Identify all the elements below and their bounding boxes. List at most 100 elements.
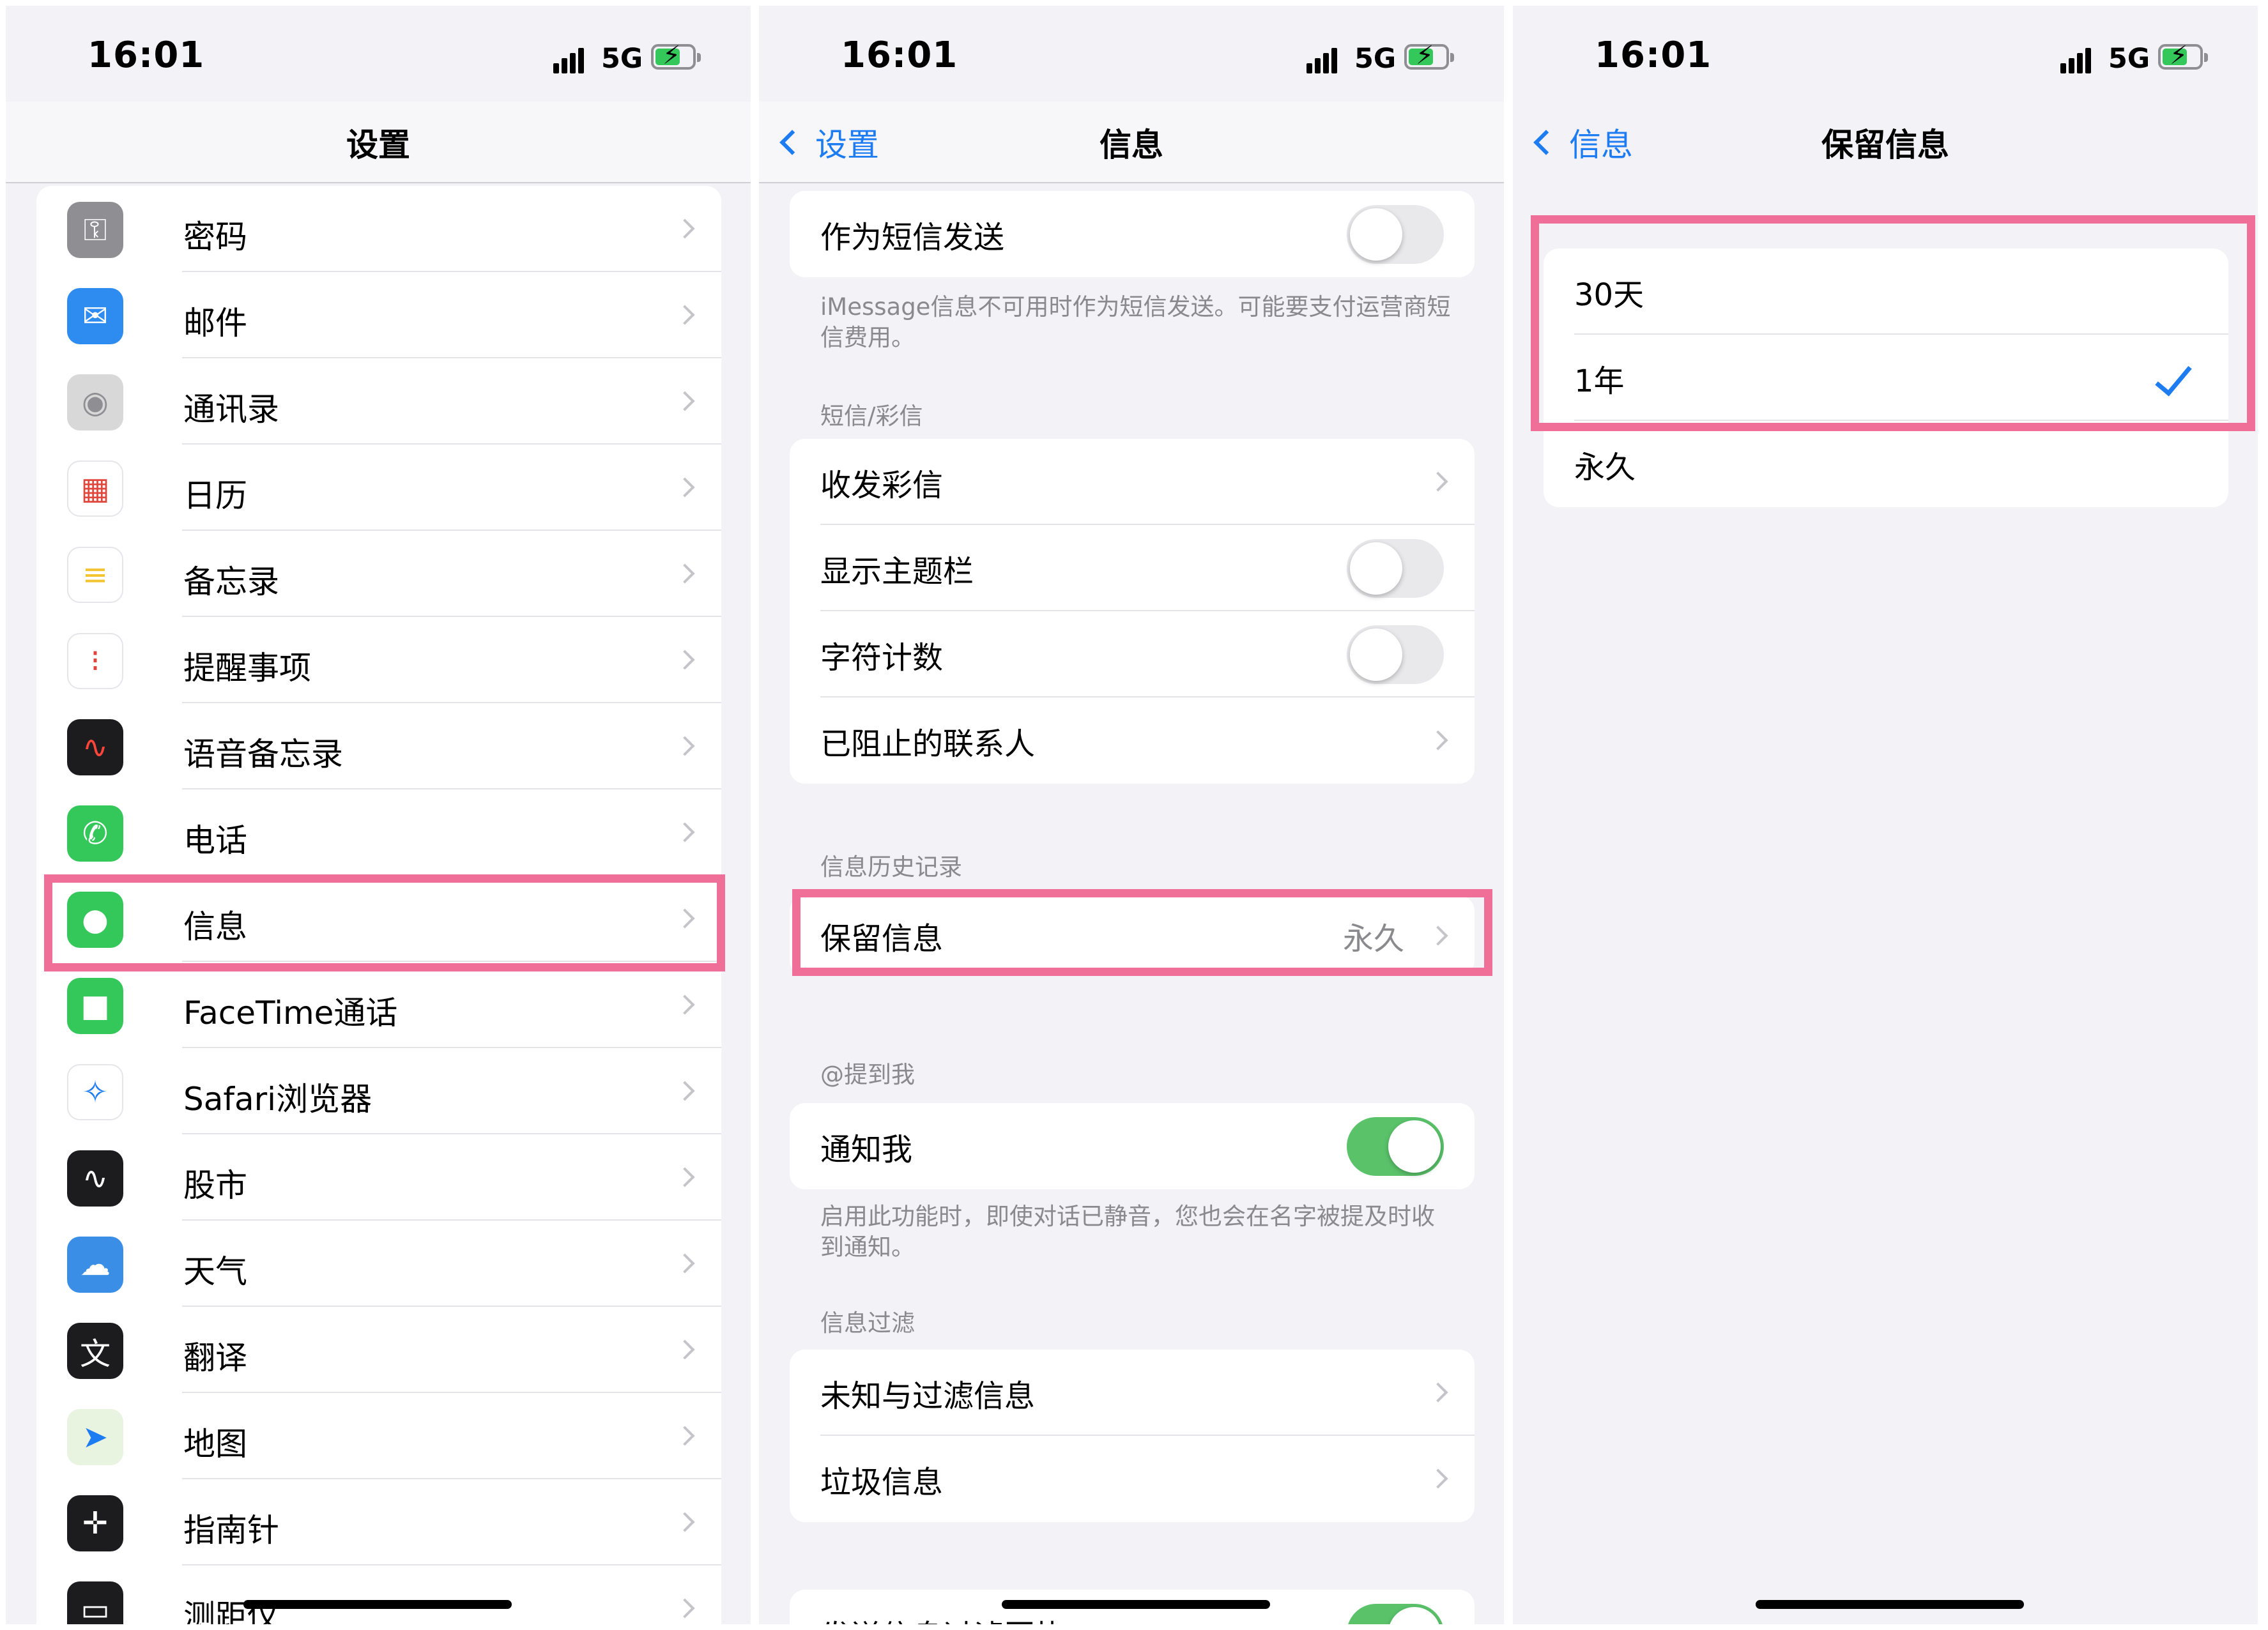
section-header-sms: 短信/彩信 — [820, 402, 923, 430]
row-label: 字符计数 — [820, 639, 944, 676]
chevron-right-icon — [675, 1598, 695, 1619]
settings-row-label: 提醒事项 — [183, 650, 311, 687]
junk-row[interactable]: 垃圾信息 — [790, 1436, 1475, 1522]
char-count-toggle[interactable] — [1347, 625, 1444, 684]
chevron-right-icon — [675, 305, 695, 325]
network-label: 5G — [2108, 43, 2150, 75]
compass-icon: ✛ — [67, 1495, 123, 1551]
chevron-right-icon — [675, 1253, 695, 1274]
settings-row[interactable]: ⁝ 提醒事项 — [36, 617, 721, 703]
status-time: 16:01 — [841, 34, 958, 76]
back-button[interactable]: 信息 — [1527, 119, 1633, 165]
signal-icon — [2060, 47, 2092, 73]
settings-row[interactable]: ➤ 地图 — [36, 1393, 721, 1479]
settings-row[interactable]: ✆ 电话 — [36, 789, 721, 876]
safari-icon: ✧ — [67, 1064, 123, 1120]
settings-row[interactable]: ✉ 邮件 — [36, 272, 721, 358]
settings-row[interactable]: ⚿ 密码 — [36, 186, 721, 272]
row-label: 已阻止的联系人 — [820, 726, 1036, 762]
chevron-right-icon — [675, 1081, 695, 1101]
settings-row[interactable]: ✧ Safari浏览器 — [36, 1048, 721, 1134]
settings-row[interactable]: ∿ 股市 — [36, 1134, 721, 1221]
mms-group: 收发彩信 显示主题栏 字符计数 已阻止的联系人 — [790, 439, 1475, 784]
section-header-mention: @提到我 — [820, 1061, 915, 1088]
settings-row[interactable]: ▦ 日历 — [36, 445, 721, 531]
settings-row-label: 指南针 — [183, 1512, 279, 1549]
signal-icon — [1306, 47, 1338, 73]
chevron-right-icon — [1428, 1468, 1448, 1489]
stocks-icon: ∿ — [67, 1150, 123, 1207]
row-label: 发送信息过滤回执 — [790, 1611, 1066, 1625]
nav-bar: 保留信息 信息 — [1513, 102, 2258, 183]
send-as-sms-toggle[interactable] — [1347, 205, 1444, 264]
status-time: 16:01 — [88, 34, 205, 76]
status-bar: 16:01 5G ⚡ — [6, 6, 751, 114]
settings-row-label: Safari浏览器 — [183, 1081, 372, 1118]
settings-row-label: 天气 — [183, 1253, 247, 1290]
settings-row[interactable]: ■ FaceTime通话 — [36, 962, 721, 1048]
mail-icon: ✉ — [67, 288, 123, 344]
settings-row-label: 电话 — [183, 822, 247, 859]
option-forever[interactable]: 永久 — [1544, 421, 2228, 507]
settings-row[interactable]: ∿ 语音备忘录 — [36, 703, 721, 789]
send-filter-toggle[interactable] — [1347, 1604, 1444, 1624]
settings-row[interactable]: ≡ 备忘录 — [36, 531, 721, 617]
section-header-history: 信息历史记录 — [820, 853, 962, 881]
settings-row[interactable]: ✛ 指南针 — [36, 1479, 721, 1565]
reminders-icon: ⁝ — [67, 633, 123, 689]
row-label: 通知我 — [820, 1131, 913, 1168]
chevron-right-icon — [675, 1167, 695, 1187]
chevron-right-icon — [675, 1426, 695, 1446]
network-label: 5G — [601, 43, 643, 75]
settings-row-label: 股市 — [183, 1167, 247, 1204]
notify-footnote: 启用此功能时，即使对话已静音，您也会在名字被提及时收到通知。 — [820, 1203, 1435, 1261]
voice-memos-icon: ∿ — [67, 719, 123, 775]
settings-row-label: 日历 — [183, 477, 247, 514]
settings-row-label: FaceTime通话 — [183, 994, 398, 1032]
notes-icon: ≡ — [67, 547, 123, 603]
phone-icon: ✆ — [67, 805, 123, 862]
settings-row[interactable]: ▭ 测距仪 — [36, 1565, 721, 1624]
unknown-filter-row[interactable]: 未知与过滤信息 — [790, 1350, 1475, 1436]
key-icon: ⚿ — [67, 202, 123, 258]
maps-icon: ➤ — [67, 1409, 123, 1465]
notify-me-row: 通知我 — [790, 1103, 1475, 1189]
chevron-right-icon — [675, 477, 695, 498]
settings-row-label: 备忘录 — [183, 563, 279, 600]
nav-bar: 设置 — [6, 102, 751, 183]
show-subject-toggle[interactable] — [1347, 539, 1444, 598]
char-count-row: 字符计数 — [790, 611, 1475, 697]
back-label: 信息 — [1569, 126, 1633, 164]
chevron-left-icon — [1533, 130, 1559, 155]
chevron-right-icon — [1428, 730, 1448, 750]
home-indicator — [1756, 1600, 2024, 1609]
calendar-icon: ▦ — [67, 461, 123, 517]
settings-row[interactable]: ◉ 通讯录 — [36, 358, 721, 445]
settings-row[interactable]: ☁ 天气 — [36, 1221, 721, 1307]
signal-icon — [553, 47, 585, 73]
back-button[interactable]: 设置 — [773, 119, 879, 165]
row-label: 显示主题栏 — [820, 553, 974, 590]
network-label: 5G — [1354, 43, 1397, 75]
send-as-sms-row: 作为短信发送 — [790, 191, 1475, 277]
chevron-right-icon — [675, 736, 695, 756]
settings-row[interactable]: 文 翻译 — [36, 1307, 721, 1393]
chevron-right-icon — [675, 822, 695, 842]
status-bar: 16:01 5G ⚡ — [1513, 6, 2258, 114]
contacts-icon: ◉ — [67, 374, 123, 430]
home-indicator — [243, 1600, 512, 1609]
row-label: 未知与过滤信息 — [820, 1378, 1036, 1414]
nav-bar: 信息 设置 — [759, 102, 1504, 183]
chevron-right-icon — [675, 391, 695, 411]
show-subject-row: 显示主题栏 — [790, 525, 1475, 611]
blocked-contacts-row[interactable]: 已阻止的联系人 — [790, 697, 1475, 784]
notify-me-toggle[interactable] — [1347, 1117, 1444, 1176]
battery-icon: ⚡ — [2158, 42, 2208, 70]
highlight-box — [1531, 215, 2255, 431]
chevron-right-icon — [1428, 1382, 1448, 1403]
chevron-right-icon — [675, 1512, 695, 1532]
weather-icon: ☁ — [67, 1237, 123, 1293]
home-indicator — [1002, 1600, 1270, 1609]
mms-row[interactable]: 收发彩信 — [790, 439, 1475, 525]
chevron-right-icon — [675, 218, 695, 239]
